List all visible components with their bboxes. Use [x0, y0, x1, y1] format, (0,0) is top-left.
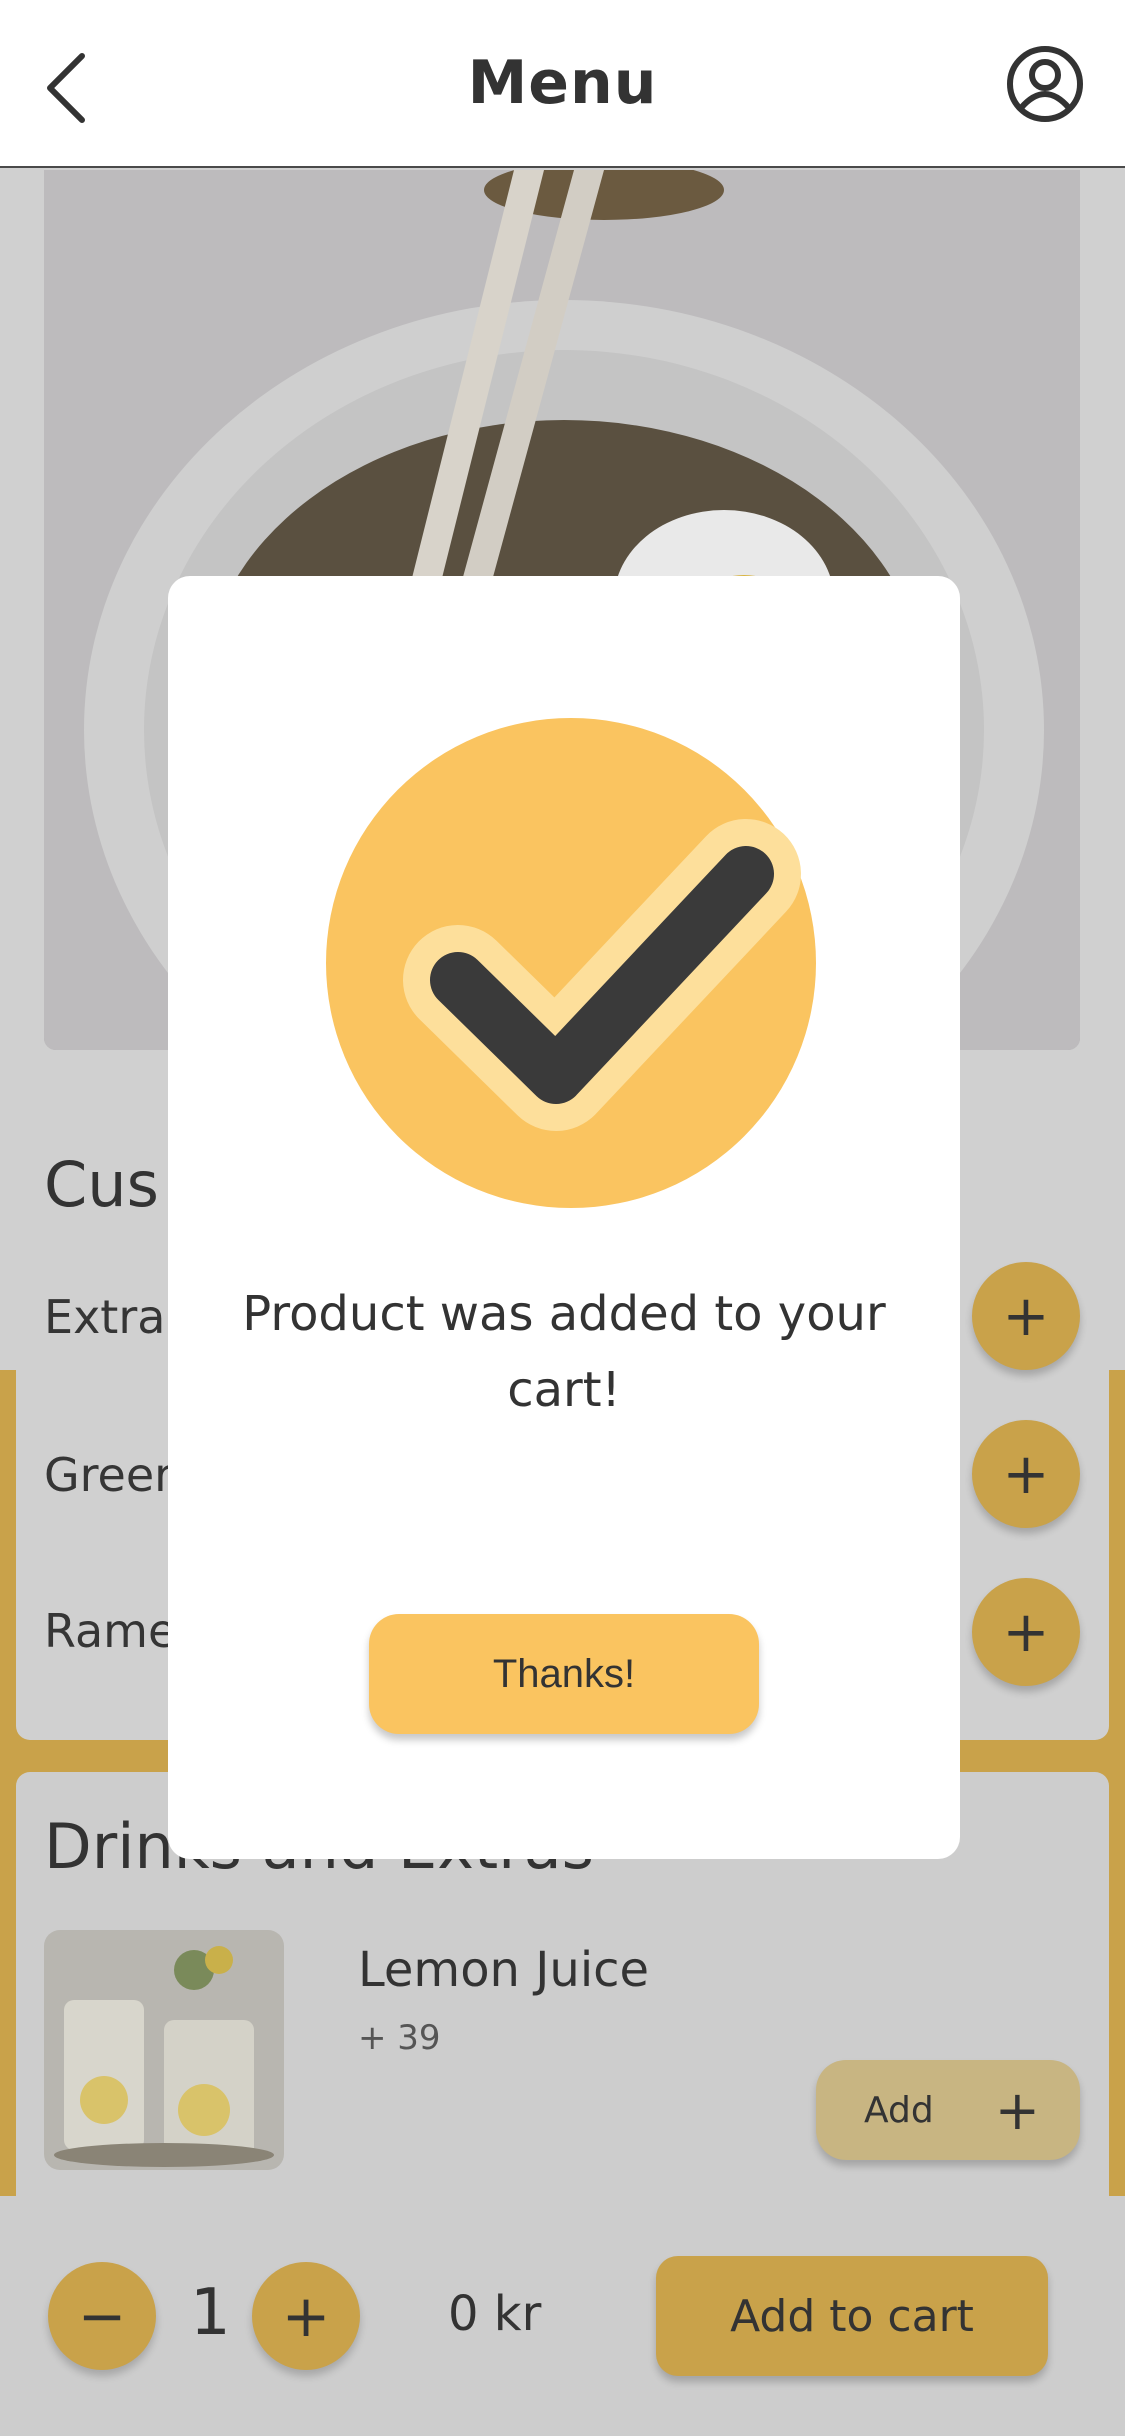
decrease-quantity-button[interactable]: − [48, 2262, 156, 2370]
add-option-button[interactable]: + [972, 1262, 1080, 1370]
dialog-message: Product was added to your cart! [242, 1286, 886, 1418]
success-dialog: Product was added to your cart! Thanks! [168, 576, 960, 1859]
plus-icon: + [281, 2282, 331, 2350]
plus-icon: + [1002, 1283, 1050, 1349]
option-label-ramen: Rame [44, 1604, 177, 1658]
drink-name: Lemon Juice [358, 1942, 650, 1998]
page-title: Menu [467, 48, 658, 118]
checkmark-icon [326, 718, 816, 1208]
lemon-juice-image [44, 1930, 284, 2170]
add-drink-label: Add [864, 2089, 934, 2131]
total-price: 0 kr [448, 2286, 542, 2342]
plus-icon: + [994, 2078, 1040, 2142]
option-label-extra: Extra [44, 1290, 166, 1344]
add-option-button[interactable]: + [972, 1420, 1080, 1528]
add-option-button[interactable]: + [972, 1578, 1080, 1686]
minus-icon: − [77, 2282, 127, 2350]
plus-icon: + [1002, 1599, 1050, 1665]
drink-price: + 39 [358, 2018, 441, 2058]
quantity-value: 1 [190, 2276, 231, 2350]
add-to-cart-button[interactable]: Add to cart [656, 2256, 1048, 2376]
increase-quantity-button[interactable]: + [252, 2262, 360, 2370]
customize-title: Cus [44, 1148, 159, 1221]
add-drink-button[interactable]: Add + [816, 2060, 1080, 2160]
top-bar: Menu [0, 0, 1125, 168]
option-label-green: Greer [44, 1448, 174, 1502]
profile-icon[interactable] [1005, 44, 1085, 124]
plus-icon: + [1002, 1441, 1050, 1507]
thanks-button[interactable]: Thanks! [369, 1614, 759, 1734]
